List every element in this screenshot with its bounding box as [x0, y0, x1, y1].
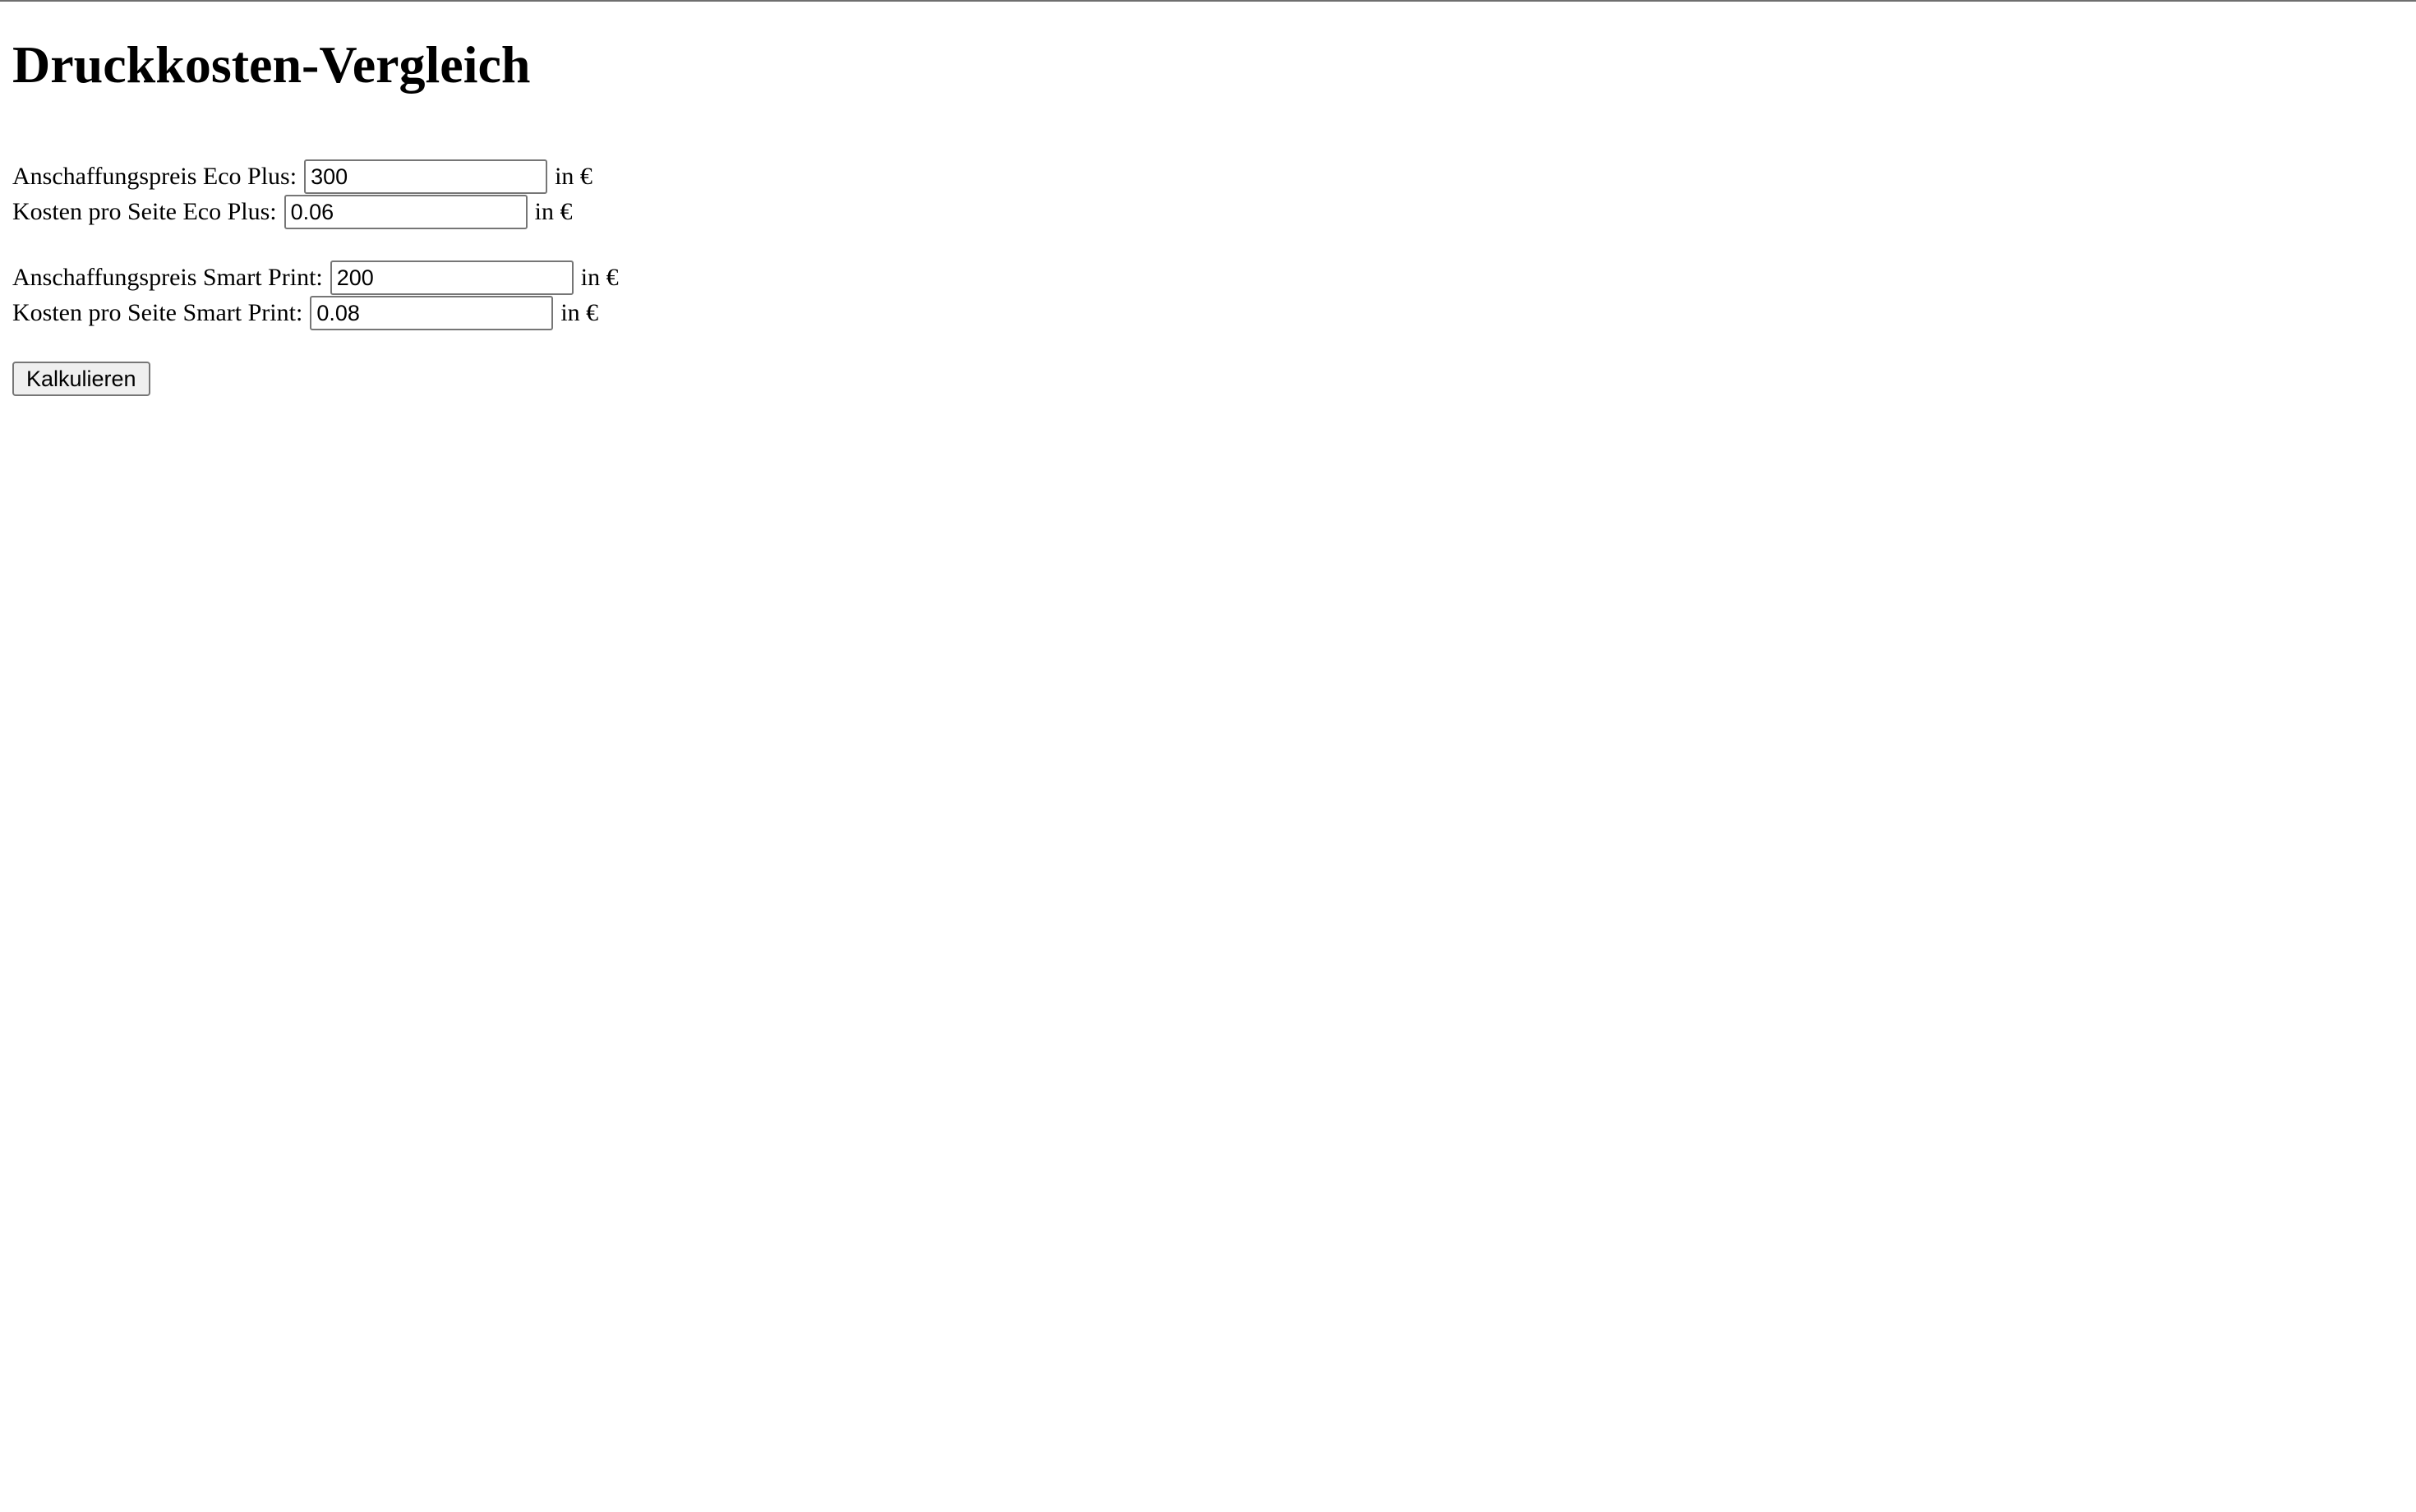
eco-plus-cost-input[interactable]	[284, 195, 528, 229]
cost-form: Anschaffungspreis Eco Plus: in € Kosten …	[12, 159, 619, 396]
smart-print-cost-unit: in €	[560, 299, 599, 326]
smart-print-cost-label: Kosten pro Seite Smart Print:	[12, 299, 303, 326]
eco-plus-group: Anschaffungspreis Eco Plus: in € Kosten …	[12, 159, 619, 229]
eco-plus-price-label: Anschaffungspreis Eco Plus:	[12, 163, 297, 190]
smart-print-price-unit: in €	[580, 264, 619, 291]
page-title: Druckkosten-Vergleich	[12, 35, 531, 94]
smart-print-price-row: Anschaffungspreis Smart Print: in €	[12, 260, 619, 295]
smart-print-price-label: Anschaffungspreis Smart Print:	[12, 264, 323, 291]
smart-print-cost-input[interactable]	[310, 296, 554, 330]
action-row: Kalkulieren	[12, 362, 619, 396]
smart-print-price-input[interactable]	[330, 260, 574, 295]
eco-plus-price-unit: in €	[555, 163, 592, 190]
eco-plus-cost-label: Kosten pro Seite Eco Plus:	[12, 198, 277, 225]
smart-print-cost-row: Kosten pro Seite Smart Print: in €	[12, 296, 619, 330]
eco-plus-price-row: Anschaffungspreis Eco Plus: in €	[12, 159, 619, 194]
smart-print-group: Anschaffungspreis Smart Print: in € Kost…	[12, 260, 619, 330]
page-content: Druckkosten-Vergleich Anschaffungspreis …	[12, 0, 619, 396]
eco-plus-cost-row: Kosten pro Seite Eco Plus: in €	[12, 195, 619, 229]
calculate-button[interactable]: Kalkulieren	[12, 362, 150, 396]
eco-plus-price-input[interactable]	[304, 159, 548, 194]
eco-plus-cost-unit: in €	[534, 198, 573, 225]
